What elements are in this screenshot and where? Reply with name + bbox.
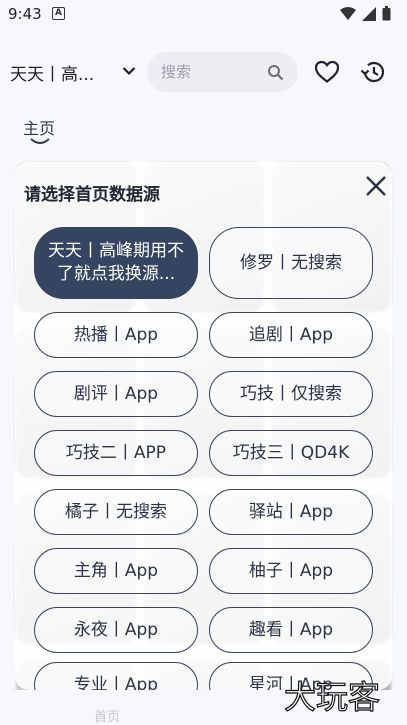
source-option[interactable]: 热播丨App <box>34 312 198 358</box>
bottom-nav-home[interactable]: 首页 <box>94 706 120 725</box>
svg-text:大玩客: 大玩客 <box>284 678 380 716</box>
status-time: 9:43 <box>8 5 42 23</box>
source-option[interactable]: 橘子丨无搜索 <box>34 489 198 535</box>
source-option[interactable]: 永夜丨App <box>34 607 198 653</box>
system-icons <box>340 6 391 21</box>
search-icon[interactable] <box>267 64 284 81</box>
source-option[interactable]: 剧评丨App <box>34 371 198 417</box>
chevron-down-icon <box>122 67 136 76</box>
source-option[interactable]: 巧技丨仅搜索 <box>209 371 373 417</box>
source-option-selected[interactable]: 天天丨高峰期用不了就点我换源... <box>34 227 198 299</box>
source-option[interactable]: 柚子丨App <box>209 548 373 594</box>
watermark-logo: 大玩客 <box>283 677 380 716</box>
source-option[interactable]: 修罗丨无搜索 <box>209 227 373 299</box>
history-icon[interactable] <box>360 60 386 84</box>
source-option[interactable]: 主角丨App <box>34 548 198 594</box>
search-box[interactable] <box>147 52 298 92</box>
close-icon[interactable] <box>364 174 388 198</box>
battery-icon <box>382 6 391 21</box>
signal-icon <box>362 6 376 21</box>
dialog-title: 请选择首页数据源 <box>24 185 160 205</box>
source-option[interactable]: 巧技三丨QD4K <box>209 430 373 476</box>
search-input[interactable] <box>161 52 261 92</box>
source-picker-dialog: 请选择首页数据源 天天丨高峰期用不了就点我换源... 修罗丨无搜索 热播丨App… <box>15 162 392 690</box>
notification-icon: A <box>52 7 65 20</box>
top-bar: 天天丨高... <box>0 48 407 96</box>
source-selector[interactable]: 天天丨高... <box>10 56 136 88</box>
tab-home[interactable]: 主页 <box>23 115 55 139</box>
status-bar: 9:43 A <box>0 0 407 28</box>
source-option[interactable]: 趣看丨App <box>209 607 373 653</box>
heart-icon[interactable] <box>314 60 340 84</box>
wifi-icon <box>340 6 356 20</box>
tab-active-indicator <box>30 138 50 144</box>
source-option[interactable]: 驿站丨App <box>209 489 373 535</box>
source-option[interactable]: 巧技二丨APP <box>34 430 198 476</box>
source-option[interactable]: 追剧丨App <box>209 312 373 358</box>
source-option[interactable]: 专业丨App <box>34 662 198 690</box>
source-selector-label: 天天丨高... <box>10 64 95 85</box>
